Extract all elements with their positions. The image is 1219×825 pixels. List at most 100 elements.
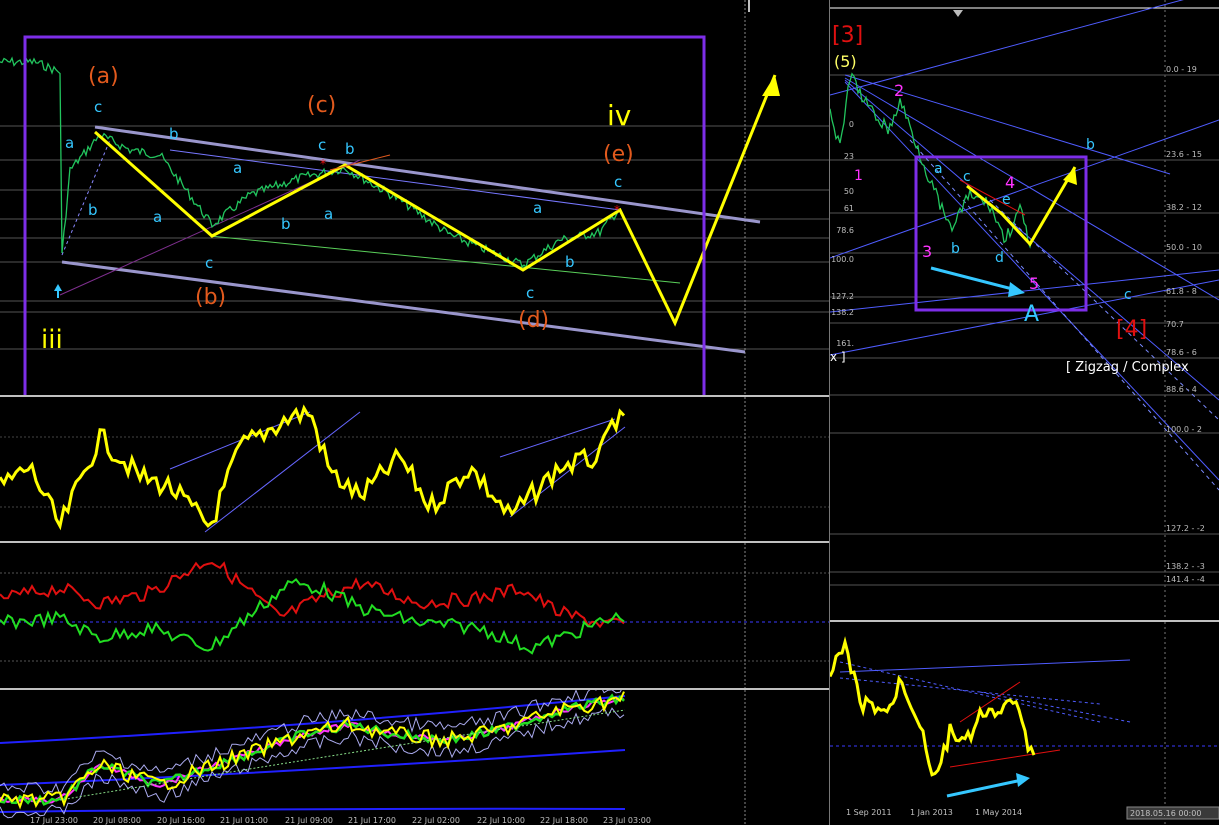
right-x-tick-label: 1 Sep 2011 bbox=[846, 808, 892, 817]
fib-level-label: 61.8 - 8 bbox=[1166, 287, 1197, 296]
upper-channel-line[interactable] bbox=[94, 125, 761, 224]
side-level-label: 161. bbox=[836, 339, 854, 348]
fib-level-label: 70.7 bbox=[1166, 320, 1184, 329]
right-x-tick-label: 1 Jan 2013 bbox=[910, 808, 953, 817]
label-c-6: c bbox=[614, 173, 622, 191]
label-b-4: b bbox=[345, 140, 355, 158]
up-arrow-head bbox=[54, 284, 62, 291]
rosc-red-2 bbox=[949, 749, 1061, 768]
label-c-5: c bbox=[526, 284, 534, 302]
rosc-line bbox=[830, 636, 1036, 777]
label-a-3: a bbox=[233, 159, 242, 177]
label-c-major: (c) bbox=[307, 93, 336, 118]
wave-box[interactable] bbox=[23, 35, 706, 395]
label-right-A: A bbox=[1024, 302, 1039, 327]
label-w5: (5) bbox=[834, 52, 857, 71]
left-x-tick-label: 20 Jul 08:00 bbox=[93, 816, 141, 825]
right-osc-svg: 1 Sep 2011 1 Jan 2013 1 May 2014 2018.05.1… bbox=[830, 622, 1219, 825]
right-wave-path[interactable] bbox=[966, 166, 1077, 247]
rosc-trend-3 bbox=[839, 661, 1101, 723]
red-mark-1: * bbox=[320, 157, 326, 171]
left-x-tick-label: 21 Jul 17:00 bbox=[348, 816, 396, 825]
left-x-tick-label: 22 Jul 18:00 bbox=[540, 816, 588, 825]
label-a-major: (a) bbox=[88, 64, 119, 89]
label-right-b: b bbox=[951, 241, 960, 257]
label-b-major: (b) bbox=[195, 285, 226, 310]
label-x-mark: x ] bbox=[830, 350, 846, 364]
label-b-1: b bbox=[88, 201, 98, 219]
label-right-c-right: c bbox=[1124, 287, 1132, 303]
price-line bbox=[0, 56, 621, 269]
label-a-1: a bbox=[65, 134, 74, 152]
label-deg-4: [4] bbox=[1116, 317, 1147, 342]
label-n3: 3 bbox=[922, 242, 932, 261]
side-level-label: 23 bbox=[844, 152, 854, 161]
side-level-label: 78.6 bbox=[836, 226, 854, 235]
label-right-b-top: b bbox=[1086, 137, 1095, 153]
fib-level-label: 38.2 - 12 bbox=[1166, 203, 1202, 212]
right-dashed-fans bbox=[909, 139, 1219, 491]
fib-level-label: 138.2 - -3 bbox=[1166, 562, 1205, 571]
label-deg-3: [3] bbox=[832, 23, 863, 48]
right-fib-lines bbox=[830, 74, 1219, 586]
fib-level-labels: 0.0 - 19 23.6 - 15 38.2 - 12 50.0 - 10 61.8 … bbox=[1166, 65, 1205, 584]
right-x-axis: 1 Sep 2011 1 Jan 2013 1 May 2014 bbox=[846, 808, 1022, 817]
side-level-label: 0 bbox=[849, 120, 854, 129]
label-iv: iv bbox=[607, 99, 631, 132]
fib-level-label: 50.0 - 10 bbox=[1166, 243, 1202, 252]
osc2-green-line bbox=[0, 577, 625, 655]
label-c-1: c bbox=[94, 98, 102, 116]
top-pane-tab bbox=[748, 0, 750, 12]
left-x-tick-label: 20 Jul 16:00 bbox=[157, 816, 205, 825]
left-osc1-svg bbox=[0, 397, 829, 541]
label-n4: 4 bbox=[1005, 173, 1015, 192]
left-osc3-svg: 17 Jul 23:00 20 Jul 08:00 20 Jul 16:00 21 J… bbox=[0, 690, 746, 825]
left-main-svg: * * (a) (b) (c) (d) (e) iii iv c a b b a… bbox=[0, 0, 829, 395]
left-osc2-svg bbox=[0, 543, 829, 688]
left-x-tick-label: 17 Jul 23:00 bbox=[30, 816, 78, 825]
label-b-5: b bbox=[565, 253, 575, 271]
label-right-c: c bbox=[963, 169, 971, 185]
scroll-marker bbox=[953, 10, 963, 17]
label-c-2: c bbox=[205, 254, 213, 272]
osc1-trend-4 bbox=[509, 426, 626, 518]
rosc-trend-1 bbox=[839, 659, 1131, 673]
lower-channel-line[interactable] bbox=[61, 260, 746, 354]
label-n2: 2 bbox=[894, 81, 904, 100]
left-x-tick-label: 22 Jul 02:00 bbox=[412, 816, 460, 825]
left-main-pane[interactable]: * * (a) (b) (c) (d) (e) iii iv c a b b a… bbox=[0, 0, 829, 395]
left-x-axis: 17 Jul 23:00 20 Jul 08:00 20 Jul 16:00 21 J… bbox=[30, 816, 651, 825]
label-right-d: d bbox=[995, 250, 1004, 266]
label-b-2: b bbox=[169, 125, 179, 143]
date-box-text: 2018.05.16 00:00 bbox=[1130, 809, 1201, 818]
label-n1: 1 bbox=[854, 168, 863, 184]
rosc-cyan-arrow bbox=[946, 778, 1023, 798]
fib-level-label: 78.6 - 6 bbox=[1166, 348, 1197, 357]
right-x-tick-label: 1 May 2014 bbox=[975, 808, 1022, 817]
fib-level-label: 0.0 - 19 bbox=[1166, 65, 1197, 74]
label-right-e: e bbox=[1002, 192, 1011, 208]
osc3-lower-band bbox=[0, 807, 626, 813]
fib-level-label: 100.0 - 2 bbox=[1166, 425, 1202, 434]
right-osc-pane[interactable]: 1 Sep 2011 1 Jan 2013 1 May 2014 2018.05.1… bbox=[830, 622, 1219, 825]
left-osc1-pane[interactable] bbox=[0, 397, 829, 541]
label-right-a: a bbox=[934, 161, 943, 177]
label-c-3: c bbox=[318, 136, 326, 154]
right-cyan-arrow bbox=[930, 266, 1021, 293]
arrow-head-up bbox=[762, 75, 780, 96]
side-level-label: 50 bbox=[844, 187, 854, 196]
rosc-cyan-arrow-head bbox=[1016, 773, 1030, 787]
left-osc3-pane[interactable]: 17 Jul 23:00 20 Jul 08:00 20 Jul 16:00 21 J… bbox=[0, 690, 829, 825]
left-x-tick-label: 21 Jul 01:00 bbox=[220, 816, 268, 825]
side-level-label: 61 bbox=[844, 204, 854, 213]
left-x-tick-label: 22 Jul 10:00 bbox=[477, 816, 525, 825]
right-main-pane[interactable]: [3] [4] (5) 1 2 3 4 5 a b c d e b c A [ … bbox=[830, 0, 1219, 620]
right-cyan-arrow-head bbox=[1008, 282, 1025, 297]
osc3-green-line bbox=[0, 693, 625, 807]
label-d-major: (d) bbox=[518, 308, 549, 333]
fib-level-label: 88.6 - 4 bbox=[1166, 385, 1197, 394]
osc3-mid-band bbox=[0, 749, 626, 786]
label-zigzag: [ Zigzag / Complex bbox=[1066, 360, 1189, 375]
left-osc2-pane[interactable] bbox=[0, 543, 829, 688]
fib-level-label: 23.6 - 15 bbox=[1166, 150, 1202, 159]
